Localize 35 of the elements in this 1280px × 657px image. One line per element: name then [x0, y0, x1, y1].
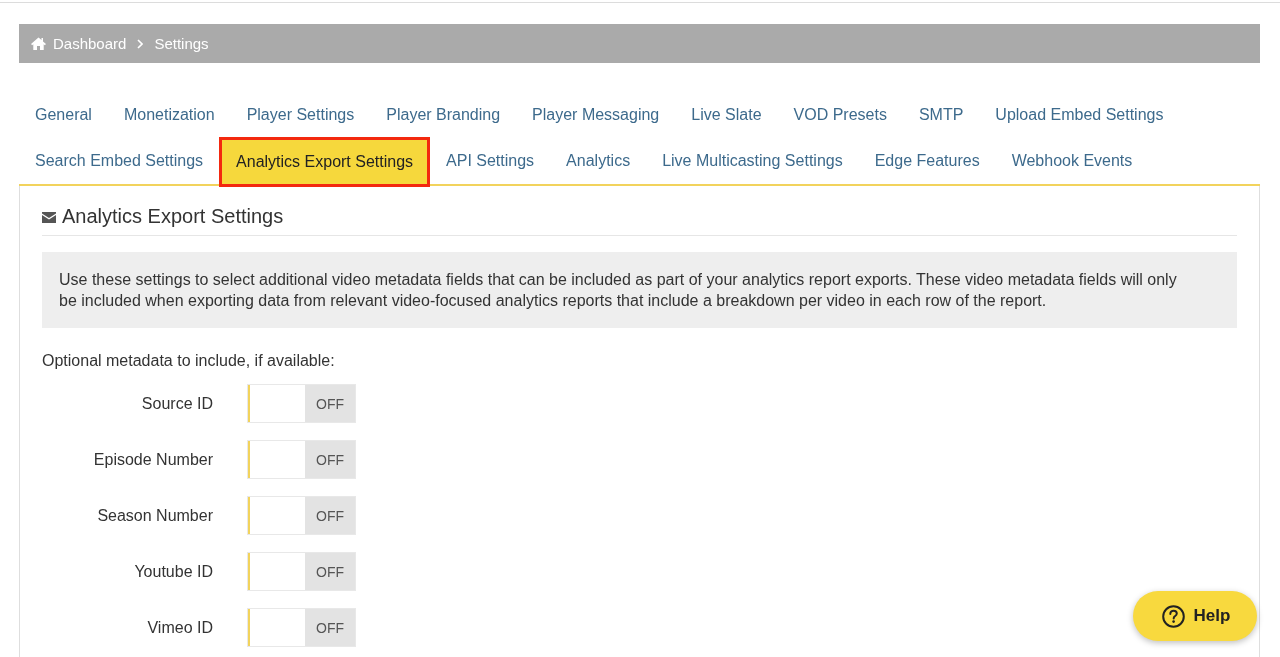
option-label: Episode Number: [93, 450, 213, 469]
settings-tab[interactable]: Live Slate: [675, 95, 778, 135]
chevron-right-icon: [137, 38, 144, 49]
section-title: Analytics Export Settings: [62, 204, 284, 229]
settings-tab[interactable]: API Settings: [430, 141, 551, 181]
question-circle-icon: [1161, 604, 1185, 628]
settings-tab[interactable]: General: [19, 95, 108, 135]
settings-tab[interactable]: Webhook Events: [995, 141, 1149, 181]
option-label: Season Number: [97, 506, 213, 525]
settings-tab[interactable]: Player Settings: [230, 95, 371, 135]
toggle-switch[interactable]: OFF: [247, 384, 356, 423]
settings-tab[interactable]: Edge Features: [858, 141, 996, 181]
settings-tab[interactable]: Live Multicasting Settings: [646, 141, 859, 181]
toggle-switch[interactable]: OFF: [247, 552, 356, 591]
settings-tab[interactable]: Analytics: [550, 141, 647, 181]
option-label: Source ID: [141, 394, 213, 413]
settings-tab[interactable]: Monetization: [107, 95, 231, 135]
home-icon[interactable]: [31, 37, 46, 50]
info-box: Use these settings to select additional video metadata fields that can be included as part of your analytics report exports. These video metadata fields will only be included when exporting data from relevant video-focused analytics reports that include a breakdown per video in each row of the report.: [42, 252, 1237, 328]
settings-tab[interactable]: Player Messaging: [516, 95, 676, 135]
settings-tab[interactable]: Search Embed Settings: [19, 141, 220, 181]
help-button[interactable]: Help: [1133, 591, 1257, 641]
option-label: Youtube ID: [134, 562, 213, 581]
toggle-switch[interactable]: OFF: [247, 440, 356, 479]
options-label: Optional metadata to include, if available:: [42, 351, 335, 371]
breadcrumb-current: Settings: [154, 35, 209, 52]
settings-tab[interactable]: SMTP: [902, 95, 980, 135]
settings-tab[interactable]: Player Branding: [370, 95, 517, 135]
settings-tab[interactable]: Upload Embed Settings: [979, 95, 1180, 135]
option-label: Vimeo ID: [147, 618, 213, 637]
envelope-icon: [42, 212, 56, 223]
toggle-switch[interactable]: OFF: [247, 608, 356, 647]
settings-tab[interactable]: Analytics Export Settings: [219, 137, 431, 187]
toggle-switch[interactable]: OFF: [247, 496, 356, 535]
settings-tab[interactable]: VOD Presets: [777, 95, 903, 135]
